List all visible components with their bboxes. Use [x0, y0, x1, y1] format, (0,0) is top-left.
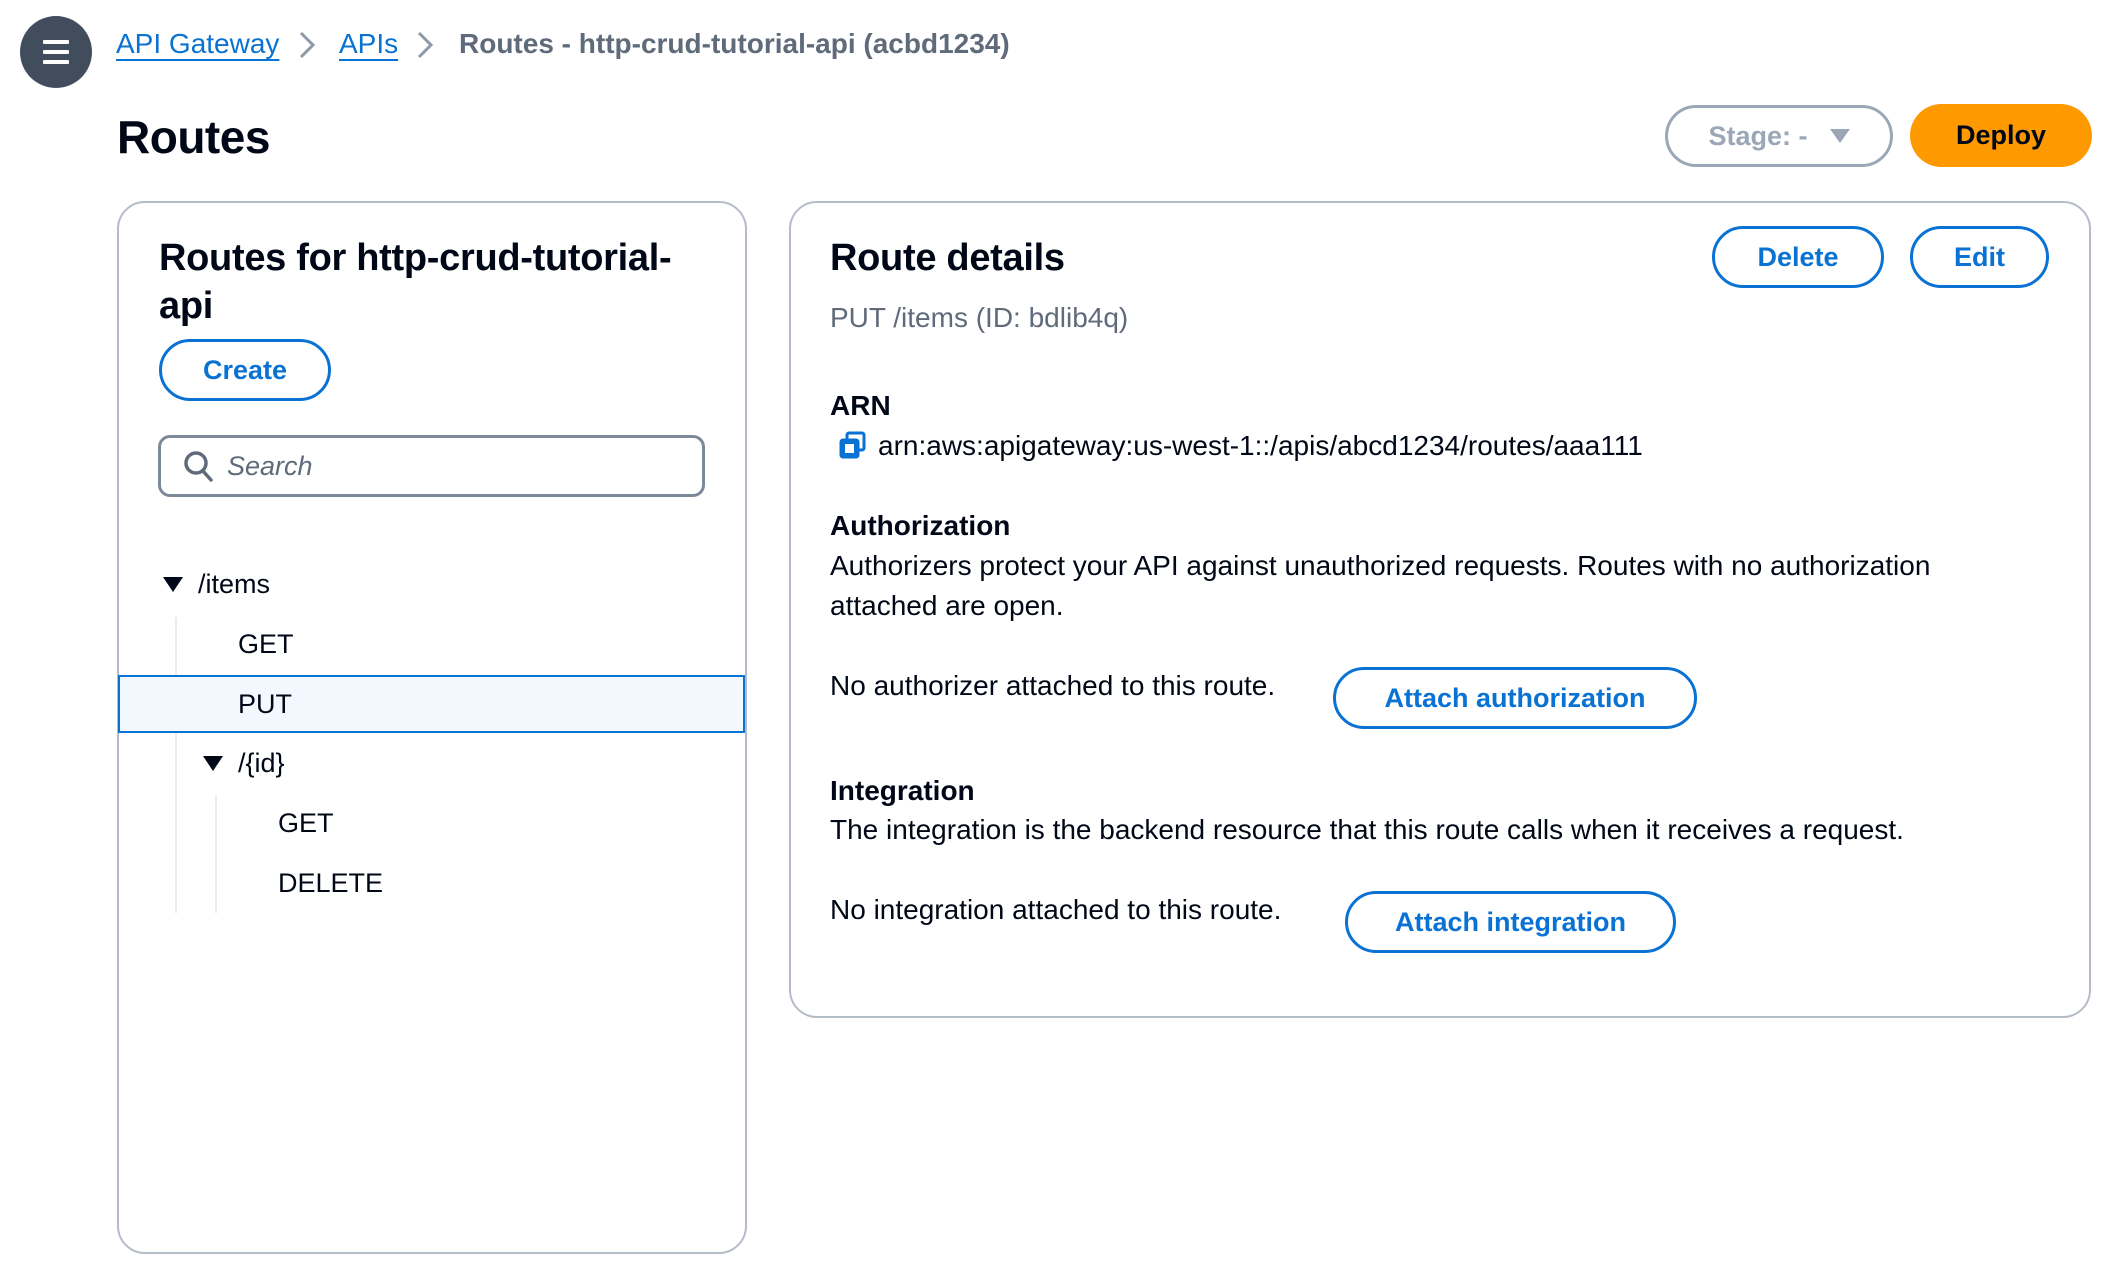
menu-button[interactable] [20, 16, 92, 88]
expand-caret-icon[interactable] [203, 756, 223, 771]
delete-button[interactable]: Delete [1712, 226, 1884, 288]
caret-down-icon [1829, 129, 1850, 143]
tree-item-items[interactable]: /items [198, 567, 270, 601]
tree-guide-line [215, 795, 217, 913]
page-title: Routes [117, 111, 270, 163]
authorization-description-line1: Authorizers protect your API against una… [830, 550, 1931, 581]
hamburger-icon-line [43, 60, 69, 64]
routes-panel-title-line2: api [159, 285, 214, 327]
tree-item-items-put[interactable]: PUT [238, 687, 292, 721]
integration-description: The integration is the backend resource … [830, 814, 1904, 845]
edit-button[interactable]: Edit [1910, 226, 2049, 288]
integration-status: No integration attached to this route. [830, 894, 1282, 925]
breadcrumb-api-gateway[interactable]: API Gateway [116, 26, 279, 62]
chevron-right-icon [417, 31, 434, 59]
search-input[interactable] [227, 450, 667, 482]
hamburger-icon-line [43, 40, 69, 44]
search-icon [184, 451, 213, 482]
routes-panel-title: Routes for http-crud-tutorial- api [159, 234, 672, 330]
breadcrumb-current: Routes - http-crud-tutorial-api (acbd123… [459, 28, 1010, 59]
stage-dropdown[interactable]: Stage: - [1665, 105, 1893, 167]
attach-authorization-button[interactable]: Attach authorization [1333, 667, 1697, 729]
attach-integration-button[interactable]: Attach integration [1345, 891, 1676, 953]
tree-item-id[interactable]: /{id} [238, 746, 285, 780]
search-field[interactable] [158, 435, 705, 497]
arn-value: arn:aws:apigateway:us-west-1::/apis/abcd… [878, 430, 1643, 461]
routes-panel-title-line1: Routes for http-crud-tutorial- [159, 237, 672, 279]
hamburger-icon-line [43, 50, 69, 54]
tree-item-items-put-selected[interactable] [118, 675, 745, 733]
route-details-title: Route details [830, 237, 1065, 279]
copy-icon[interactable] [838, 431, 868, 461]
tree-item-id-delete[interactable]: DELETE [278, 866, 383, 900]
authorization-heading: Authorization [830, 510, 1011, 541]
breadcrumb-apis[interactable]: APIs [339, 26, 398, 62]
deploy-button[interactable]: Deploy [1910, 104, 2092, 167]
expand-caret-icon[interactable] [163, 577, 183, 592]
authorization-description-line2: attached are open. [830, 590, 1064, 621]
integration-heading: Integration [830, 775, 975, 806]
chevron-right-icon [299, 31, 316, 59]
arn-label: ARN [830, 390, 891, 421]
authorization-status: No authorizer attached to this route. [830, 670, 1276, 701]
route-subtitle: PUT /items (ID: bdlib4q) [830, 302, 1129, 333]
create-button[interactable]: Create [159, 339, 331, 401]
stage-label: Stage: - [1708, 120, 1808, 151]
tree-item-items-get[interactable]: GET [238, 627, 294, 661]
tree-item-id-get[interactable]: GET [278, 806, 334, 840]
tree-guide-line [175, 617, 177, 913]
